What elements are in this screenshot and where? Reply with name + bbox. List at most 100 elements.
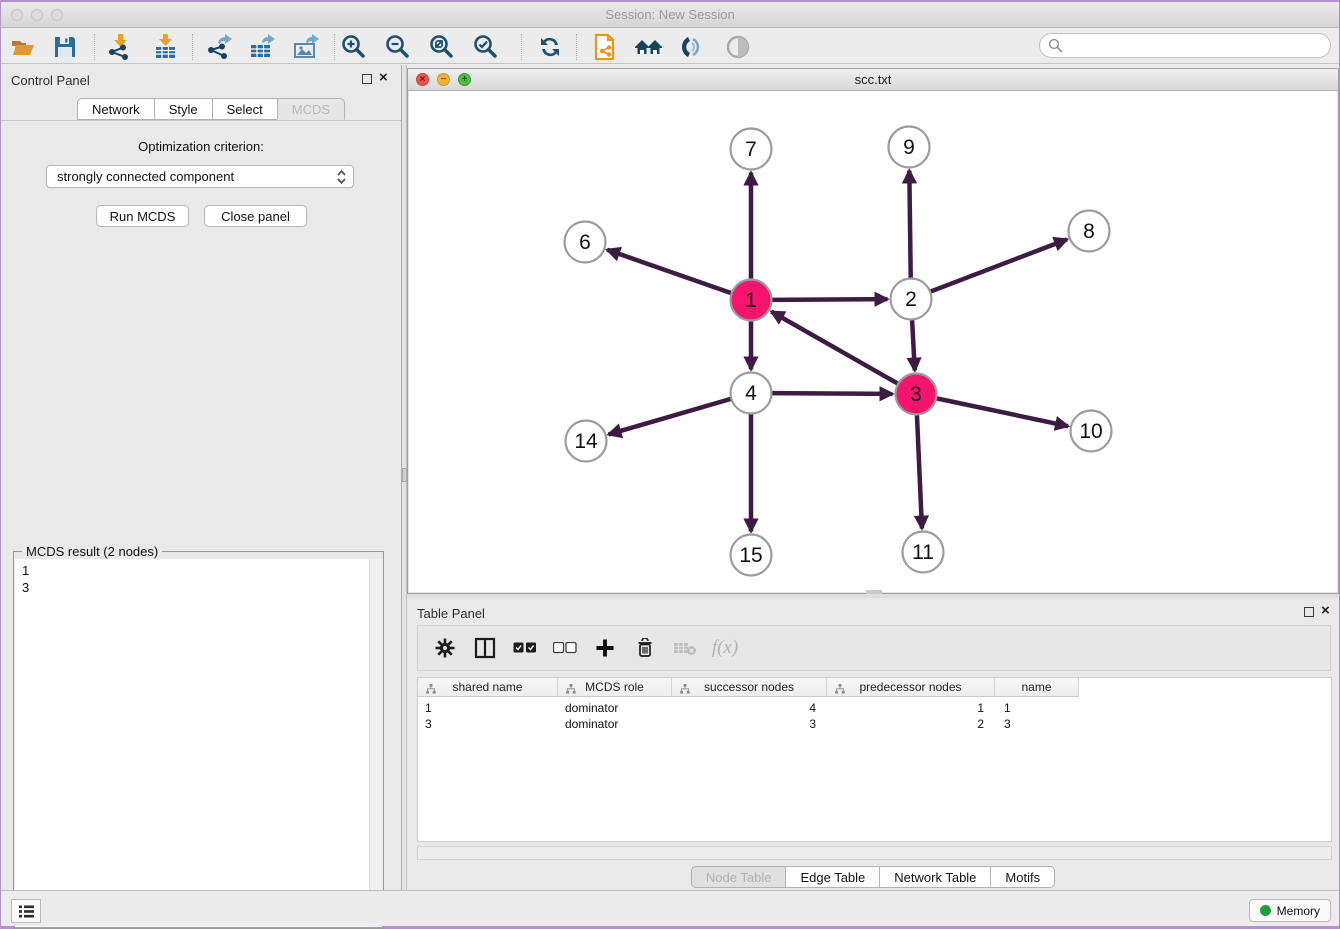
export-image-icon[interactable] <box>291 32 321 62</box>
attribute-tree-icon <box>566 683 576 697</box>
zoom-out-icon[interactable] <box>383 32 413 62</box>
tab-motifs[interactable]: Motifs <box>990 866 1055 888</box>
export-network-icon[interactable] <box>204 32 234 62</box>
tab-edge-table[interactable]: Edge Table <box>785 866 880 888</box>
network-canvas[interactable]: 7968124314101511 <box>409 91 1337 592</box>
close-panel-button[interactable]: Close panel <box>204 205 307 227</box>
zoom-fit-icon[interactable] <box>427 32 457 62</box>
column-header-shared-name[interactable]: shared name <box>418 678 558 697</box>
tab-mcds[interactable]: MCDS <box>277 98 345 120</box>
refresh-icon[interactable] <box>535 32 565 62</box>
optimization-criterion-label: Optimization criterion: <box>1 139 401 154</box>
criterion-value: strongly connected component <box>57 169 234 184</box>
graph-edge-3-1[interactable] <box>771 312 898 384</box>
select-all-columns-icon[interactable] <box>512 635 538 661</box>
graph-node-label-6: 6 <box>579 231 591 254</box>
float-panel-icon[interactable] <box>362 74 372 84</box>
cell-successor-nodes[interactable]: 3 <box>672 716 827 732</box>
graph-edge-3-11[interactable] <box>917 414 922 528</box>
import-table-icon[interactable] <box>151 32 181 62</box>
graph-edge-2-3[interactable] <box>912 319 915 370</box>
mcds-result-list[interactable]: 1 3 <box>15 559 382 927</box>
search-input[interactable] <box>1063 38 1313 53</box>
table-horizontal-scrollbar[interactable] <box>417 846 1332 860</box>
toolbar-separator <box>576 34 577 60</box>
column-header-predecessor-nodes[interactable]: predecessor nodes <box>827 678 995 697</box>
zoom-selected-icon[interactable] <box>471 32 501 62</box>
home-icon[interactable] <box>634 32 664 62</box>
create-column-icon[interactable] <box>592 635 618 661</box>
zoom-in-icon[interactable] <box>339 32 369 62</box>
graph-edge-2-9[interactable] <box>909 170 910 278</box>
deselect-all-columns-icon[interactable] <box>552 635 578 661</box>
graph-node-label-4: 4 <box>745 382 757 405</box>
graph-edge-1-6[interactable] <box>607 250 731 293</box>
open-session-icon[interactable] <box>8 32 38 62</box>
tab-node-table[interactable]: Node Table <box>691 866 787 888</box>
show-column-panel-icon[interactable] <box>472 635 498 661</box>
network-view-window: × − + scc.txt 7968124314101511 <box>407 68 1339 594</box>
graph-node-label-3: 3 <box>910 383 922 406</box>
tab-network-table[interactable]: Network Table <box>879 866 991 888</box>
import-network-icon[interactable] <box>105 32 135 62</box>
close-panel-icon[interactable]: × <box>1321 602 1330 620</box>
column-header-mcds-role[interactable]: MCDS role <box>558 678 672 697</box>
node-table[interactable]: shared name MCDS role successor nodes pr… <box>417 677 1332 842</box>
delete-column-trash-icon[interactable] <box>632 635 658 661</box>
table-panel-header: Table Panel × <box>407 598 1339 626</box>
task-history-button[interactable] <box>11 899 41 923</box>
network-window-title: scc.txt <box>408 72 1338 87</box>
run-mcds-button[interactable]: Run MCDS <box>96 205 189 227</box>
export-table-icon[interactable] <box>247 32 277 62</box>
float-panel-icon[interactable] <box>1304 607 1314 617</box>
search-box[interactable] <box>1039 33 1331 58</box>
cell-successor-nodes[interactable]: 4 <box>672 700 827 716</box>
result-scrollbar[interactable] <box>369 559 382 927</box>
criterion-dropdown[interactable]: strongly connected component <box>46 165 354 188</box>
tab-select[interactable]: Select <box>212 98 278 120</box>
control-panel-title: Control Panel <box>11 73 90 88</box>
table-row[interactable]: 3 dominator 3 2 3 <box>418 716 1079 732</box>
attribute-tree-icon <box>426 683 436 697</box>
graph-edge-3-10[interactable] <box>936 398 1068 426</box>
graph-edge-2-8[interactable] <box>930 239 1067 291</box>
cybrowser-icon[interactable] <box>590 32 620 62</box>
cell-mcds-role[interactable]: dominator <box>558 716 672 732</box>
network-window-titlebar[interactable]: × − + scc.txt <box>408 69 1338 91</box>
column-header-name[interactable]: name <box>995 678 1079 697</box>
chevron-updown-icon <box>336 168 347 189</box>
toolbar-separator <box>334 34 335 60</box>
cell-name[interactable]: 1 <box>995 700 1079 716</box>
graph-node-label-11: 11 <box>912 541 934 564</box>
table-panel-title: Table Panel <box>417 606 485 621</box>
table-options-gear-icon[interactable] <box>432 635 458 661</box>
cell-shared-name[interactable]: 3 <box>418 716 558 732</box>
main-toolbar <box>1 28 1339 64</box>
cell-predecessor-nodes[interactable]: 1 <box>827 700 995 716</box>
result-item[interactable]: 1 <box>22 562 29 579</box>
cell-predecessor-nodes[interactable]: 2 <box>827 716 995 732</box>
memory-button[interactable]: Memory <box>1249 899 1331 922</box>
graph-edge-4-14[interactable] <box>609 399 732 435</box>
search-icon <box>1048 38 1063 53</box>
show-graphics-icon <box>723 32 753 62</box>
attribute-tree-icon <box>680 683 690 697</box>
result-item[interactable]: 3 <box>22 579 29 596</box>
window-title: Session: New Session <box>1 7 1339 22</box>
close-panel-icon[interactable]: × <box>379 69 388 87</box>
cell-name[interactable]: 3 <box>995 716 1079 732</box>
table-row[interactable]: 1 dominator 4 1 1 <box>418 700 1079 716</box>
graph-edge-4-3[interactable] <box>771 393 892 394</box>
cell-shared-name[interactable]: 1 <box>418 700 558 716</box>
table-toolbar: f(x) <box>417 625 1331 671</box>
list-icon <box>18 904 35 919</box>
tab-network[interactable]: Network <box>77 98 155 120</box>
attribute-tree-icon <box>835 683 845 697</box>
save-session-icon[interactable] <box>50 32 80 62</box>
label-painter-icon[interactable] <box>677 32 707 62</box>
column-header-successor-nodes[interactable]: successor nodes <box>672 678 827 697</box>
graph-edge-1-2[interactable] <box>771 299 887 300</box>
cell-mcds-role[interactable]: dominator <box>558 700 672 716</box>
graph-node-label-10: 10 <box>1079 420 1102 443</box>
tab-style[interactable]: Style <box>154 98 213 120</box>
